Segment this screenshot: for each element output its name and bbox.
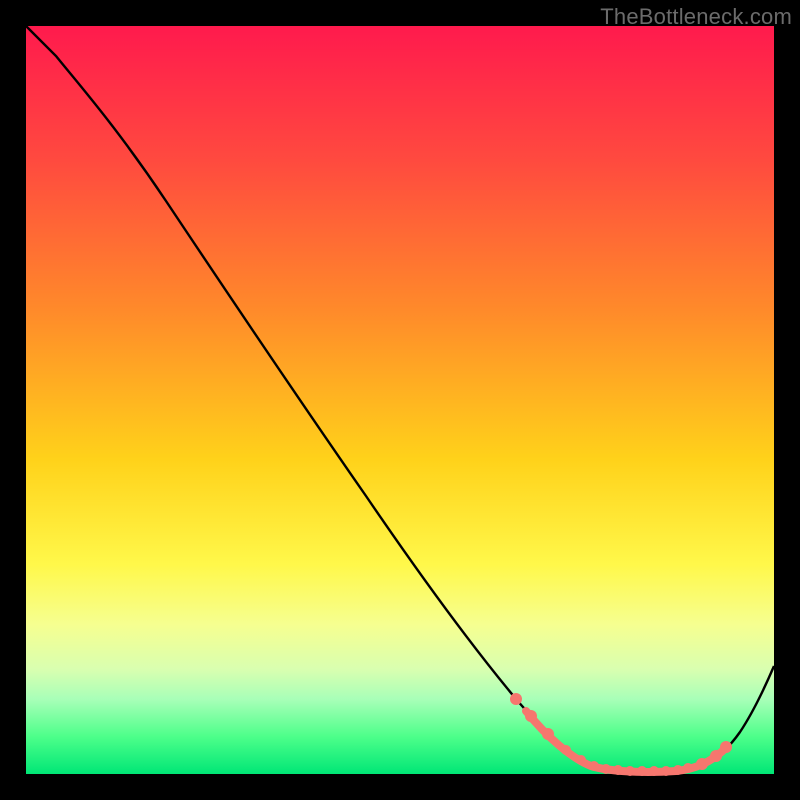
watermark-text: TheBottleneck.com <box>600 4 792 30</box>
bottleneck-curve-svg <box>26 26 774 774</box>
chart-frame: TheBottleneck.com <box>0 0 800 800</box>
marker-valley-line <box>526 711 726 772</box>
bottleneck-curve-line <box>26 26 774 771</box>
chart-plot-area <box>26 26 774 774</box>
